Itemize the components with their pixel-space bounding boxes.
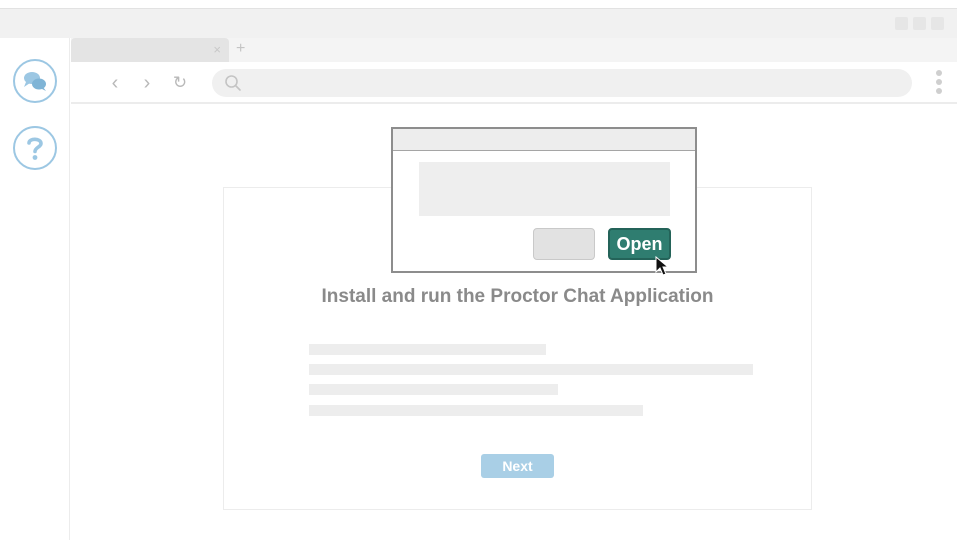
dialog-message-area [419, 162, 670, 216]
help-icon [27, 137, 43, 160]
tab-close-icon[interactable]: × [213, 42, 221, 58]
page-heading: Install and run the Proctor Chat Applica… [321, 286, 714, 307]
search-icon [225, 75, 241, 91]
placeholder-text-line [309, 344, 546, 355]
chat-icon [24, 72, 46, 91]
left-sidebar [0, 38, 70, 540]
placeholder-text-line [309, 384, 558, 395]
browser-menu-icon[interactable] [934, 70, 944, 96]
open-app-dialog: Open [391, 127, 697, 276]
help-button[interactable] [13, 126, 57, 170]
back-icon[interactable]: ‹ [102, 70, 128, 96]
next-button[interactable]: Next [481, 454, 554, 478]
close-window-button[interactable] [931, 17, 944, 30]
cancel-button[interactable] [533, 228, 595, 260]
new-tab-button[interactable]: + [236, 39, 245, 59]
minimize-button[interactable] [895, 17, 908, 30]
dialog-title-bar [393, 129, 695, 151]
chat-button[interactable] [13, 59, 57, 103]
forward-icon[interactable]: › [134, 70, 160, 96]
placeholder-text-line [309, 364, 753, 375]
reload-icon[interactable]: ↻ [167, 70, 193, 96]
window-title-bar [0, 8, 957, 38]
browser-tab[interactable]: × [71, 38, 229, 62]
mouse-cursor-icon [655, 256, 670, 276]
address-bar[interactable] [212, 69, 912, 97]
placeholder-text-line [309, 405, 643, 416]
maximize-button[interactable] [913, 17, 926, 30]
